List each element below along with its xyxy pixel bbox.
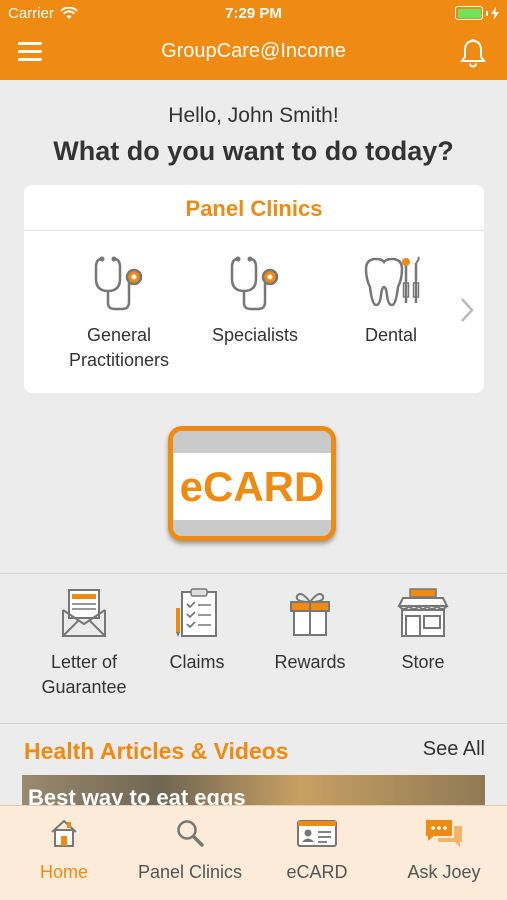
tab-label: Ask Joey	[407, 862, 481, 882]
search-icon	[177, 820, 204, 847]
nav-bar: GroupCare@Income	[0, 28, 507, 80]
tab-label: eCARD	[286, 862, 348, 882]
see-all-link[interactable]: See All	[423, 738, 485, 761]
clinic-general-practitioners[interactable]: General Practitioners	[54, 255, 184, 373]
stethoscope-icon	[94, 256, 143, 311]
action-label: Claims	[169, 652, 225, 672]
tab-bar: Home Panel Clinics eCARD Ask Joey	[0, 805, 507, 900]
letter-envelope-icon	[62, 589, 106, 637]
action-letter-of-guarantee[interactable]: Letter of Guarantee	[24, 588, 144, 700]
stethoscope-icon	[230, 256, 279, 311]
page-title: What do you want to do today?	[53, 136, 454, 166]
store-icon	[397, 588, 449, 637]
charging-bolt-icon	[491, 6, 499, 20]
section-divider	[0, 723, 507, 724]
article-card[interactable]: Best way to eat eggs	[22, 775, 485, 805]
tab-ask-joey[interactable]: Ask Joey	[381, 818, 507, 883]
section-divider	[0, 573, 507, 574]
status-time: 7:29 PM	[225, 5, 282, 22]
chevron-right-icon[interactable]	[460, 297, 474, 323]
clinic-dental[interactable]: Dental	[326, 255, 456, 348]
tab-panel-clinics[interactable]: Panel Clinics	[127, 818, 253, 883]
tooth-icon	[364, 256, 420, 307]
tab-home[interactable]: Home	[1, 818, 127, 883]
action-claims[interactable]: Claims	[137, 588, 257, 675]
tab-label: Home	[39, 862, 88, 882]
clipboard-icon	[176, 588, 217, 637]
clinic-specialists[interactable]: Specialists	[190, 255, 320, 348]
greeting-text: Hello, John Smith!	[168, 104, 339, 127]
article-headline: Best way to eat eggs	[28, 785, 246, 805]
tab-label: Panel Clinics	[137, 862, 243, 882]
action-label: Store	[401, 652, 445, 672]
articles-heading: Health Articles & Videos	[24, 738, 289, 764]
id-card-icon	[297, 820, 337, 847]
action-store[interactable]: Store	[363, 588, 483, 675]
clinic-label: General Practitioners	[68, 325, 170, 370]
panel-clinics-title: Panel Clinics	[24, 185, 484, 231]
ecard-label: eCARD	[179, 463, 325, 510]
battery-icon	[455, 6, 499, 20]
action-rewards[interactable]: Rewards	[250, 588, 370, 675]
home-icon	[51, 819, 77, 847]
gift-icon	[290, 593, 330, 636]
panel-clinics-card: Panel Clinics General Practitioners Spec…	[24, 185, 484, 393]
clinic-label: Specialists	[211, 325, 299, 345]
status-bar: Carrier 7:29 PM	[0, 0, 507, 28]
bell-icon[interactable]	[459, 38, 487, 68]
app-title: GroupCare@Income	[161, 40, 346, 62]
clinic-label: Dental	[364, 325, 418, 345]
ecard-button[interactable]: eCARD	[168, 426, 336, 541]
action-label: Rewards	[274, 652, 346, 672]
action-label: Letter of Guarantee	[41, 652, 127, 697]
chat-bubbles-icon	[426, 820, 462, 847]
tab-ecard[interactable]: eCARD	[254, 818, 380, 883]
